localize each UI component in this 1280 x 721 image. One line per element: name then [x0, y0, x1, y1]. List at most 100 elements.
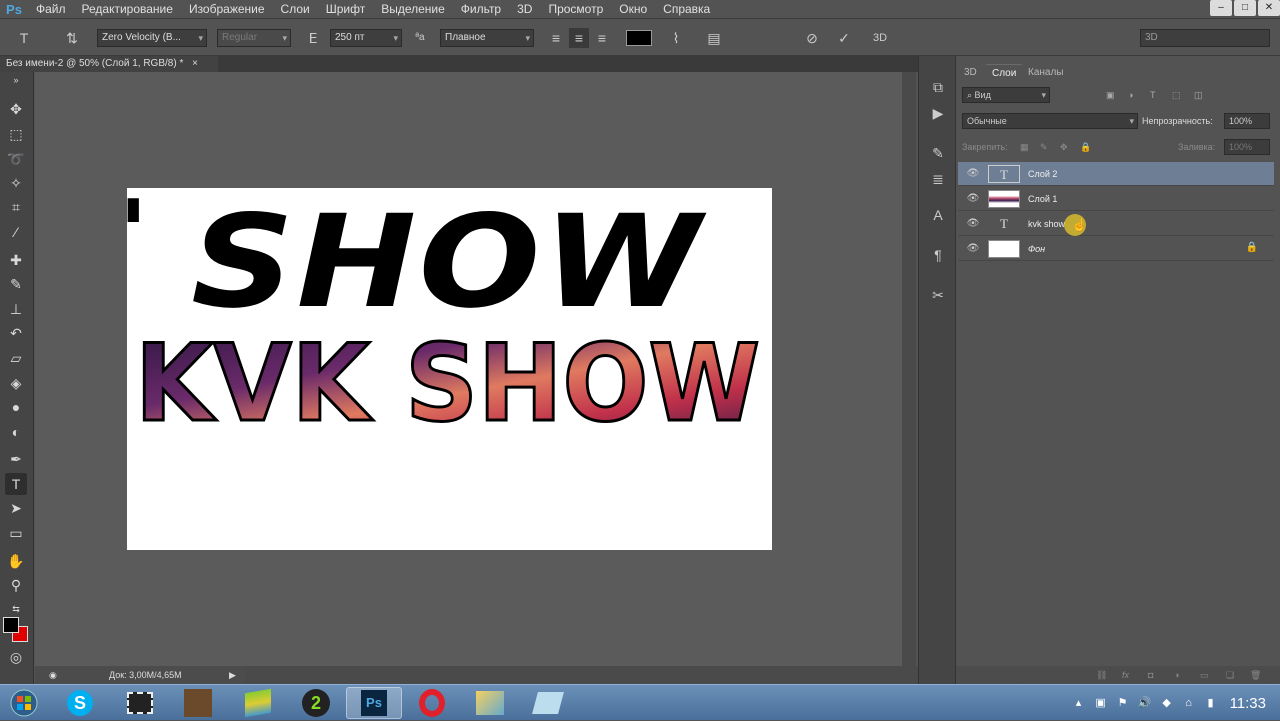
visibility-eye-icon[interactable]: 👁 [966, 192, 980, 206]
paint-taskbar-icon[interactable] [462, 687, 518, 719]
clock[interactable]: 11:33 [1222, 695, 1280, 712]
volume-icon[interactable]: 🔊 [1136, 694, 1154, 712]
fill-input[interactable]: 100% [1224, 139, 1270, 155]
hand-tool-icon[interactable]: ✋ [5, 550, 27, 572]
skype-taskbar-icon[interactable]: S [52, 687, 108, 719]
filter-pixel-icon[interactable]: ▣ [1106, 87, 1115, 103]
menu-image[interactable]: Изображение [181, 0, 273, 18]
character-panel-icon[interactable]: A [927, 204, 949, 226]
font-size-select[interactable]: 250 пт [330, 29, 402, 47]
document-canvas[interactable]: ' SHOW KVK SHOW [127, 188, 772, 550]
close-window-button[interactable]: ✕ [1258, 0, 1280, 16]
menu-help[interactable]: Справка [655, 0, 718, 18]
brush-panel-icon[interactable]: ✎ [927, 142, 949, 164]
lock-all-icon[interactable]: 🔒 [1080, 139, 1091, 155]
rectangle-tool-icon[interactable]: ▭ [5, 522, 27, 544]
path-selection-tool-icon[interactable]: ➤ [5, 497, 27, 519]
menu-layers[interactable]: Слои [273, 0, 318, 18]
vertical-scrollbar[interactable] [902, 72, 916, 666]
menu-edit[interactable]: Редактирование [74, 0, 181, 18]
layer-row-sloy1[interactable]: 👁 Слой 1 [958, 187, 1274, 211]
delete-layer-icon[interactable]: 🗑 [1250, 667, 1261, 683]
crop-tool-icon[interactable]: ⌗ [5, 196, 27, 218]
type-tool-icon[interactable]: T [5, 473, 27, 495]
visibility-eye-icon[interactable]: 👁 [966, 242, 980, 256]
menu-type[interactable]: Шрифт [318, 0, 373, 18]
layer-style-icon[interactable]: fx [1122, 667, 1129, 683]
link-layers-icon[interactable]: ⛓ [1096, 667, 1107, 683]
lock-position-icon[interactable]: ✥ [1060, 139, 1068, 155]
menu-3d[interactable]: 3D [509, 0, 540, 18]
collapse-toolbar-icon[interactable]: » [5, 74, 27, 86]
layer-row-background[interactable]: 👁 Фон 🔒 [958, 237, 1274, 261]
blur-tool-icon[interactable]: ● [5, 396, 27, 418]
lock-pixels-icon[interactable]: ✎ [1040, 139, 1048, 155]
paint-bucket-tool-icon[interactable]: ◈ [5, 372, 27, 394]
eyedropper-tool-icon[interactable]: ⁄ [5, 221, 27, 243]
adjustment-layer-icon[interactable]: ◑ [1174, 667, 1179, 683]
status-menu-arrow-icon[interactable]: ▶ [229, 666, 236, 684]
tab-channels[interactable]: Каналы [1022, 64, 1070, 82]
menu-select[interactable]: Выделение [373, 0, 453, 18]
minimize-button[interactable]: – [1210, 0, 1232, 16]
flag-icon[interactable]: ⚑ [1114, 694, 1132, 712]
tool-presets-panel-icon[interactable]: ✂ [927, 284, 949, 306]
actions-panel-icon[interactable]: ▶ [927, 102, 949, 124]
signal-icon[interactable]: ▮ [1202, 694, 1220, 712]
photoshop-taskbar-icon[interactable]: Ps [346, 687, 402, 719]
video-editor-taskbar-icon[interactable] [112, 687, 168, 719]
paragraph-panel-icon[interactable]: ¶ [927, 244, 949, 266]
move-tool-icon[interactable]: ✥ [5, 98, 27, 120]
horizontal-scrollbar[interactable] [244, 666, 918, 684]
cancel-edits-icon[interactable]: ⊘ [802, 28, 822, 48]
tab-layers[interactable]: Слои [986, 64, 1023, 82]
layer-row-sloy2[interactable]: 👁 T Слой 2 [958, 162, 1274, 186]
bluestacks-tray-icon[interactable]: ◆ [1158, 694, 1176, 712]
new-group-icon[interactable]: ▭ [1200, 667, 1209, 683]
opera-taskbar-icon[interactable] [404, 687, 460, 719]
zoom-indicator-icon[interactable]: ◉ [49, 666, 57, 684]
healing-brush-tool-icon[interactable]: ✚ [5, 249, 27, 271]
green-app-taskbar-icon[interactable]: 2 [288, 687, 344, 719]
tab-3d[interactable]: 3D [958, 64, 983, 82]
workspace-select[interactable]: 3D [1140, 29, 1270, 47]
notes-taskbar-icon[interactable] [520, 687, 576, 719]
align-left-icon[interactable]: ≡ [546, 28, 566, 48]
bluestacks-taskbar-icon[interactable] [230, 687, 286, 719]
align-right-icon[interactable]: ≡ [592, 28, 612, 48]
dodge-tool-icon[interactable]: ◐ [5, 421, 27, 443]
text-color-swatch[interactable] [626, 30, 652, 46]
font-style-select[interactable]: Regular [217, 29, 291, 47]
create-3d-button[interactable]: 3D [870, 28, 890, 48]
game-taskbar-icon[interactable] [170, 687, 226, 719]
lasso-tool-icon[interactable]: ➰ [5, 148, 27, 170]
magic-wand-tool-icon[interactable]: ✧ [5, 172, 27, 194]
blend-mode-select[interactable]: Обычные [962, 113, 1138, 129]
visibility-eye-icon[interactable]: 👁 [966, 217, 980, 231]
layer-row-kvk-show[interactable]: 👁 T kvk show ☝ [958, 212, 1274, 236]
filter-shape-icon[interactable]: ⬚ [1172, 87, 1181, 103]
foreground-color-swatch[interactable] [3, 617, 19, 633]
close-document-icon[interactable]: × [192, 58, 198, 69]
filter-adjustment-icon[interactable]: ◑ [1128, 87, 1133, 103]
filter-type-icon[interactable]: T [1150, 87, 1156, 103]
menu-file[interactable]: Файл [28, 0, 74, 18]
tray-app-icon[interactable]: ▣ [1092, 694, 1110, 712]
new-layer-icon[interactable]: ❏ [1226, 667, 1234, 683]
menu-window[interactable]: Окно [611, 0, 655, 18]
brush-presets-panel-icon[interactable]: ≣ [927, 168, 949, 190]
history-brush-tool-icon[interactable]: ↶ [5, 322, 27, 344]
pen-tool-icon[interactable]: ✒ [5, 448, 27, 470]
zoom-tool-icon[interactable]: ⚲ [5, 574, 27, 596]
quick-mask-icon[interactable]: ◎ [5, 646, 27, 668]
history-panel-icon[interactable]: ⧉ [927, 76, 949, 98]
add-mask-icon[interactable]: ◘ [1148, 667, 1153, 683]
type-tool-preset-icon[interactable]: T [14, 28, 34, 48]
align-center-icon[interactable]: ≡ [569, 28, 589, 48]
document-tab[interactable]: Без имени-2 @ 50% (Слой 1, RGB/8) * × [0, 56, 218, 72]
lock-transparency-icon[interactable]: ▦ [1020, 139, 1029, 155]
character-panel-icon[interactable]: ▤ [704, 28, 724, 48]
brush-tool-icon[interactable]: ✎ [5, 273, 27, 295]
menu-filter[interactable]: Фильтр [453, 0, 509, 18]
maximize-button[interactable]: □ [1234, 0, 1256, 16]
